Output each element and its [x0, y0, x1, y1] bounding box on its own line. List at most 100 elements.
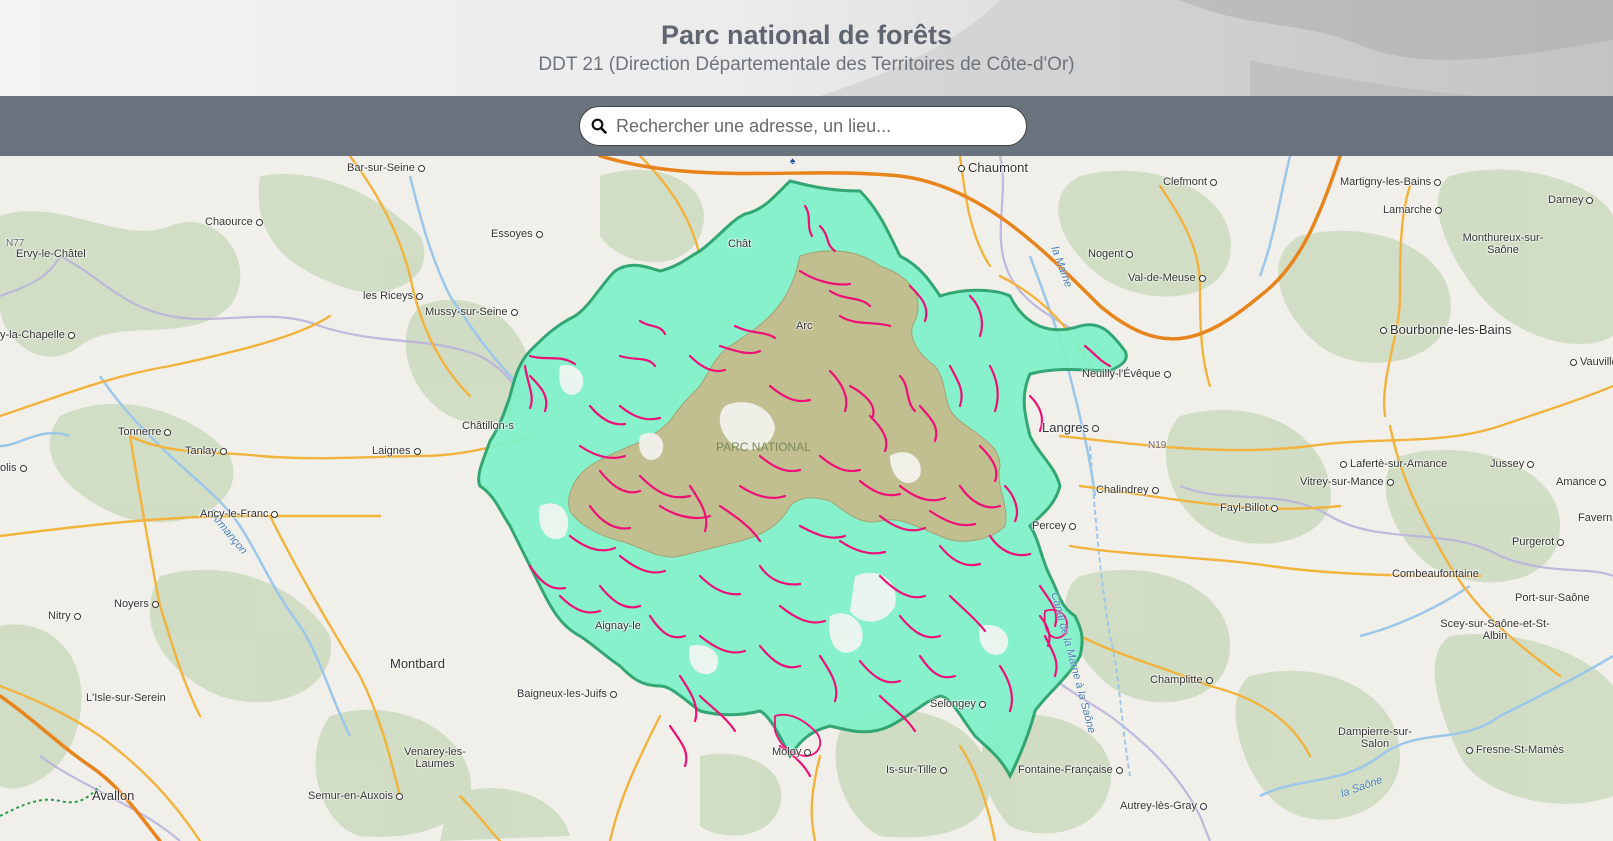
place-ancy-le-franc[interactable]: Ancy-le-Franc [200, 508, 279, 520]
place-name: Vauville [1580, 356, 1613, 368]
place-favern[interactable]: Favern [1578, 512, 1612, 524]
place-scey-sur-saone[interactable]: Scey-sur-Saône-et-St-Albin [1440, 618, 1550, 642]
place-venarey-les-laumes[interactable]: Venarey-les-Laumes [400, 746, 470, 770]
place-tonnerre[interactable]: Tonnerre [118, 426, 172, 438]
place-marker [978, 700, 986, 708]
place-name: les Riceys [363, 290, 414, 302]
place-chat[interactable]: Chât [728, 238, 751, 250]
place-marker [271, 510, 279, 518]
place-name: Aignay-le [595, 620, 641, 632]
place-name: Langres [1042, 420, 1089, 435]
search-box[interactable] [579, 106, 1027, 146]
place-chaumont[interactable]: Chaumont [958, 160, 1028, 175]
place-name: Chaumont [968, 160, 1028, 175]
place-fayl-billot[interactable]: Fayl-Billot [1220, 502, 1279, 514]
place-laignes[interactable]: Laignes [372, 445, 421, 457]
place-marker [1386, 478, 1394, 486]
place-is-sur-tille[interactable]: Is-sur-Tille [886, 764, 947, 776]
place-marker [1380, 327, 1387, 335]
place-ervy-le-chatel[interactable]: Ervy-le-Châtel [16, 248, 86, 260]
place-vauville[interactable]: Vauville [1570, 356, 1613, 368]
place-name: Neuilly-l'Évêque [1082, 368, 1161, 380]
place-noyers[interactable]: Noyers [114, 598, 159, 610]
place-bar-sur-seine[interactable]: Bar-sur-Seine [347, 162, 425, 174]
place-marker [1586, 196, 1594, 204]
place-l-isle-sur-serein[interactable]: L'Isle-sur-Serein [86, 692, 166, 704]
place-amance[interactable]: Amance [1556, 476, 1607, 488]
place-dampierre-sur-salon[interactable]: Dampierre-sur-Salon [1330, 726, 1420, 750]
page-subtitle: DDT 21 (Direction Départementale des Ter… [538, 54, 1075, 75]
place-fontaine-francaise[interactable]: Fontaine-Française [1018, 764, 1123, 776]
place-lamarche[interactable]: Lamarche [1383, 204, 1442, 216]
place-aignay-le[interactable]: Aignay-le [595, 620, 641, 632]
place-name: Mussy-sur-Seine [425, 306, 508, 318]
place-langres[interactable]: Langres [1042, 420, 1099, 435]
place-montbard[interactable]: Montbard [390, 656, 445, 671]
place-monthureux-sur-saone[interactable]: Monthureux-sur-Saône [1458, 232, 1548, 256]
place-champlitte[interactable]: Champlitte [1150, 674, 1213, 686]
compass-icon[interactable]: ♠ [790, 156, 795, 167]
place-bourbonne-les-bains[interactable]: Bourbonne-les-Bains [1380, 322, 1511, 337]
place-tanlay[interactable]: Tanlay [185, 445, 227, 457]
place-les-riceys[interactable]: les Riceys [363, 290, 424, 302]
place-neuilly-l-eveque[interactable]: Neuilly-l'Évêque [1082, 368, 1171, 380]
place-marker [510, 308, 518, 316]
map-view[interactable]: ♠ PARC NATIONAL la Marne Canal de la Mar… [0, 156, 1613, 841]
place-marker [73, 612, 81, 620]
place-martigny-les-bains[interactable]: Martigny-les-Bains [1340, 176, 1442, 188]
place-name: Darney [1548, 194, 1584, 206]
place-name: Avallon [92, 788, 135, 803]
place-name: Martigny-les-Bains [1340, 176, 1432, 188]
place-baigneux-les-juifs[interactable]: Baigneux-les-Juifs [517, 688, 617, 700]
place-marker [939, 766, 947, 774]
place-name: Combeaufontaine [1392, 568, 1479, 580]
place-name: Champlitte [1150, 674, 1203, 686]
place-name: L'Isle-sur-Serein [86, 692, 166, 704]
place-semur-en-auxois[interactable]: Semur-en-Auxois [308, 790, 403, 802]
place-marker [1557, 538, 1565, 546]
place-marker [1115, 766, 1123, 774]
place-marker [1434, 178, 1442, 186]
place-avallon[interactable]: Avallon [92, 788, 134, 803]
place-marker [1198, 274, 1206, 282]
search-input[interactable] [614, 114, 1008, 138]
place-darney[interactable]: Darney [1548, 194, 1594, 206]
place-purgerot[interactable]: Purgerot [1512, 536, 1565, 548]
place-name: Lafertè-sur-Amance [1350, 458, 1448, 470]
place-fresne-st-mames[interactable]: Fresne-St-Mamès [1466, 744, 1564, 756]
place-marker [1091, 425, 1099, 433]
place-port-sur-saone[interactable]: Port-sur-Saône [1515, 592, 1590, 604]
place-name: Amance [1556, 476, 1597, 488]
place-marker [1210, 178, 1218, 186]
place-autrey-les-gray[interactable]: Autrey-lès-Gray [1120, 800, 1208, 812]
place-olis[interactable]: olis [0, 462, 27, 474]
place-moloy[interactable]: Moloy [772, 746, 812, 758]
place-val-de-meuse[interactable]: Val-de-Meuse [1128, 272, 1206, 284]
place-mussy-sur-seine[interactable]: Mussy-sur-Seine [425, 306, 518, 318]
place-y-la-chapelle[interactable]: y-la-Chapelle [0, 329, 75, 341]
place-clefmont[interactable]: Clefmont [1163, 176, 1218, 188]
place-nogent[interactable]: Nogent [1088, 248, 1134, 260]
place-percey[interactable]: Percey [1032, 520, 1077, 532]
place-vitrey-sur-mance[interactable]: Vitrey-sur-Mance [1300, 476, 1394, 488]
place-name: Venarey-les-Laumes [404, 746, 466, 770]
place-marker [1200, 802, 1208, 810]
place-chaource[interactable]: Chaource [205, 216, 263, 228]
place-marker [19, 464, 27, 472]
place-marker [164, 428, 172, 436]
place-marker [804, 748, 812, 756]
place-jussey[interactable]: Jussey [1490, 458, 1535, 470]
place-name: Arc [796, 320, 813, 332]
place-chatillon[interactable]: Châtillon-s [462, 420, 514, 432]
place-essoyes[interactable]: Essoyes [491, 228, 543, 240]
place-laferte-sur-amance[interactable]: Lafertè-sur-Amance [1340, 458, 1447, 470]
place-chalindrey[interactable]: Chalindrey [1096, 484, 1159, 496]
place-selongey[interactable]: Selongey [930, 698, 986, 710]
place-name: Percey [1032, 520, 1067, 532]
place-combeaufontaine[interactable]: Combeaufontaine [1392, 568, 1479, 580]
place-marker [1205, 676, 1213, 684]
search-icon[interactable] [590, 117, 608, 135]
place-name: y-la-Chapelle [0, 329, 65, 341]
place-nitry[interactable]: Nitry [48, 610, 81, 622]
place-arc[interactable]: Arc [796, 320, 813, 332]
